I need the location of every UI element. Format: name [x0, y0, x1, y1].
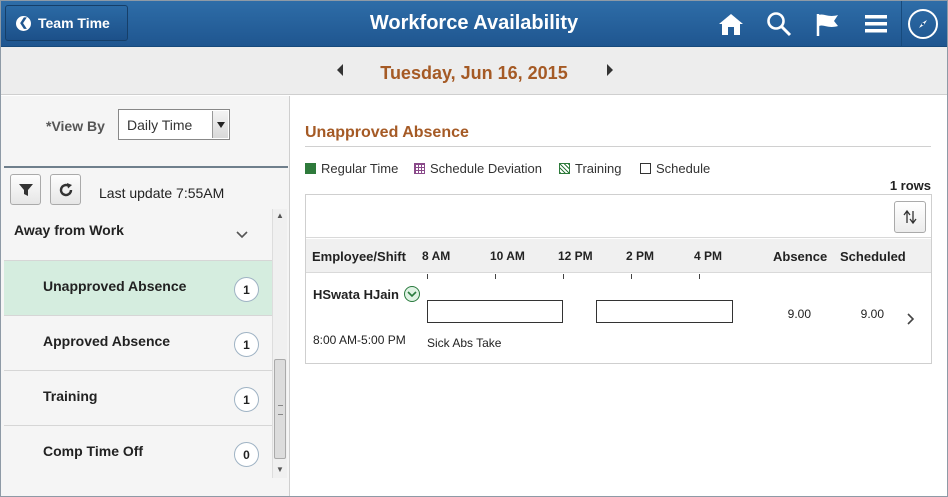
timeline-tick	[427, 274, 428, 279]
legend-label: Schedule	[656, 161, 711, 176]
chevron-down-icon	[236, 226, 248, 244]
group-title: Away from Work	[14, 222, 124, 238]
filter-icon	[18, 183, 33, 196]
employee-details-button[interactable]	[404, 286, 420, 302]
date-navigation-bar: Tuesday, Jun 16, 2015	[1, 47, 947, 95]
schedule-bar-morning[interactable]	[427, 300, 563, 323]
scroll-grip	[278, 405, 283, 415]
row-detail-chevron-icon[interactable]	[907, 312, 915, 330]
search-icon[interactable]	[764, 9, 794, 39]
legend-regular-time: Regular Time	[305, 161, 398, 176]
sort-icon	[903, 209, 917, 225]
timeline-tick	[631, 274, 632, 279]
home-icon[interactable]	[716, 9, 746, 39]
col-absence: Absence	[773, 249, 828, 264]
list-scrollbar[interactable]: ▲ ▼	[272, 209, 287, 478]
employee-name: HSwata HJain	[313, 287, 399, 302]
section-title: Unapproved Absence	[305, 124, 469, 141]
app-frame: ❮ Team Time Workforce Availability Tuesd…	[0, 0, 948, 497]
chevron-down-icon	[407, 290, 417, 297]
col-scheduled: Scheduled	[840, 249, 906, 264]
schedule-bar-afternoon[interactable]	[596, 300, 733, 323]
sort-button[interactable]	[894, 201, 926, 233]
list-item-comp-time-off[interactable]: Comp Time Off 0	[4, 425, 272, 480]
scroll-down-icon[interactable]: ▼	[276, 465, 284, 474]
timeline-tick	[495, 274, 496, 279]
refresh-icon	[59, 182, 72, 196]
legend-schedule: Schedule	[640, 161, 710, 176]
row-count: 1 rows	[889, 178, 931, 193]
legend-label: Schedule Deviation	[430, 161, 543, 176]
list-item-unapproved-absence[interactable]: Unapproved Absence 1	[4, 260, 272, 315]
absence-type-label: Sick Abs Take	[427, 336, 502, 350]
menu-icon[interactable]	[861, 9, 891, 39]
training-swatch	[559, 163, 570, 174]
refresh-button[interactable]	[50, 174, 81, 205]
header-bar: ❮ Team Time Workforce Availability	[1, 1, 947, 47]
legend-training: Training	[559, 161, 621, 176]
schedule-deviation-swatch	[414, 163, 425, 174]
count-badge: 1	[234, 332, 259, 357]
grid-header-row: Employee/Shift 8 AM 10 AM 12 PM 2 PM 4 P…	[306, 239, 931, 273]
regular-time-swatch	[305, 163, 316, 174]
col-time-12pm: 12 PM	[558, 249, 593, 263]
filter-button[interactable]	[10, 174, 41, 205]
header-divider	[901, 1, 902, 47]
compass-circle	[908, 9, 938, 39]
availability-grid: Employee/Shift 8 AM 10 AM 12 PM 2 PM 4 P…	[305, 194, 932, 364]
left-panel: *View By Daily Time Last update 7:55AM A…	[1, 96, 290, 496]
timeline-tick	[563, 274, 564, 279]
page-title: Workforce Availability	[369, 12, 579, 34]
scheduled-hours: 9.00	[860, 307, 884, 321]
employee-shift: 8:00 AM-5:00 PM	[313, 333, 406, 347]
timeline-tick	[699, 274, 700, 279]
schedule-swatch	[640, 163, 651, 174]
group-header-away-from-work[interactable]: Away from Work	[4, 208, 272, 260]
legend-label: Training	[575, 161, 622, 176]
current-date: Tuesday, Jun 16, 2015	[380, 63, 568, 83]
list-item-training[interactable]: Training 1	[4, 370, 272, 425]
next-day-icon[interactable]	[605, 63, 617, 77]
col-time-8am: 8 AM	[422, 249, 451, 263]
back-button-label: Team Time	[38, 15, 110, 31]
previous-day-icon[interactable]	[335, 63, 347, 77]
count-badge: 1	[234, 277, 259, 302]
absence-hours: 9.00	[787, 307, 811, 321]
category-list: Away from Work Unapproved Absence 1 Appr…	[4, 208, 272, 496]
navbar-compass-icon[interactable]	[908, 9, 938, 39]
list-item-label: Comp Time Off	[43, 443, 144, 459]
scroll-up-icon[interactable]: ▲	[276, 211, 284, 220]
flag-icon[interactable]	[812, 9, 842, 39]
list-item-approved-absence[interactable]: Approved Absence 1	[4, 315, 272, 370]
list-item-label: Approved Absence	[43, 333, 171, 349]
col-time-4pm: 4 PM	[694, 249, 723, 263]
col-time-10am: 10 AM	[490, 249, 525, 263]
last-update-text: Last update 7:55AM	[99, 185, 225, 201]
legend-schedule-deviation: Schedule Deviation	[414, 161, 542, 176]
view-by-value: Daily Time	[127, 117, 193, 133]
col-time-2pm: 2 PM	[626, 249, 655, 263]
dropdown-arrow-icon	[212, 111, 228, 138]
section-divider	[305, 146, 931, 147]
back-button[interactable]: ❮ Team Time	[5, 5, 128, 41]
legend-label: Regular Time	[321, 161, 399, 176]
list-item-label: Unapproved Absence	[43, 278, 187, 294]
count-badge: 1	[234, 387, 259, 412]
view-by-label: *View By	[46, 118, 105, 134]
list-item-label: Training	[43, 388, 98, 404]
col-employee-shift: Employee/Shift	[312, 249, 406, 264]
chevron-left-icon: ❮	[16, 15, 31, 31]
view-by-select[interactable]: Daily Time	[118, 109, 230, 140]
count-badge: 0	[234, 442, 259, 467]
grid-toolbar	[306, 195, 931, 238]
toolbar-row: Last update 7:55AM	[4, 166, 288, 208]
scrollbar-thumb[interactable]	[274, 359, 286, 459]
